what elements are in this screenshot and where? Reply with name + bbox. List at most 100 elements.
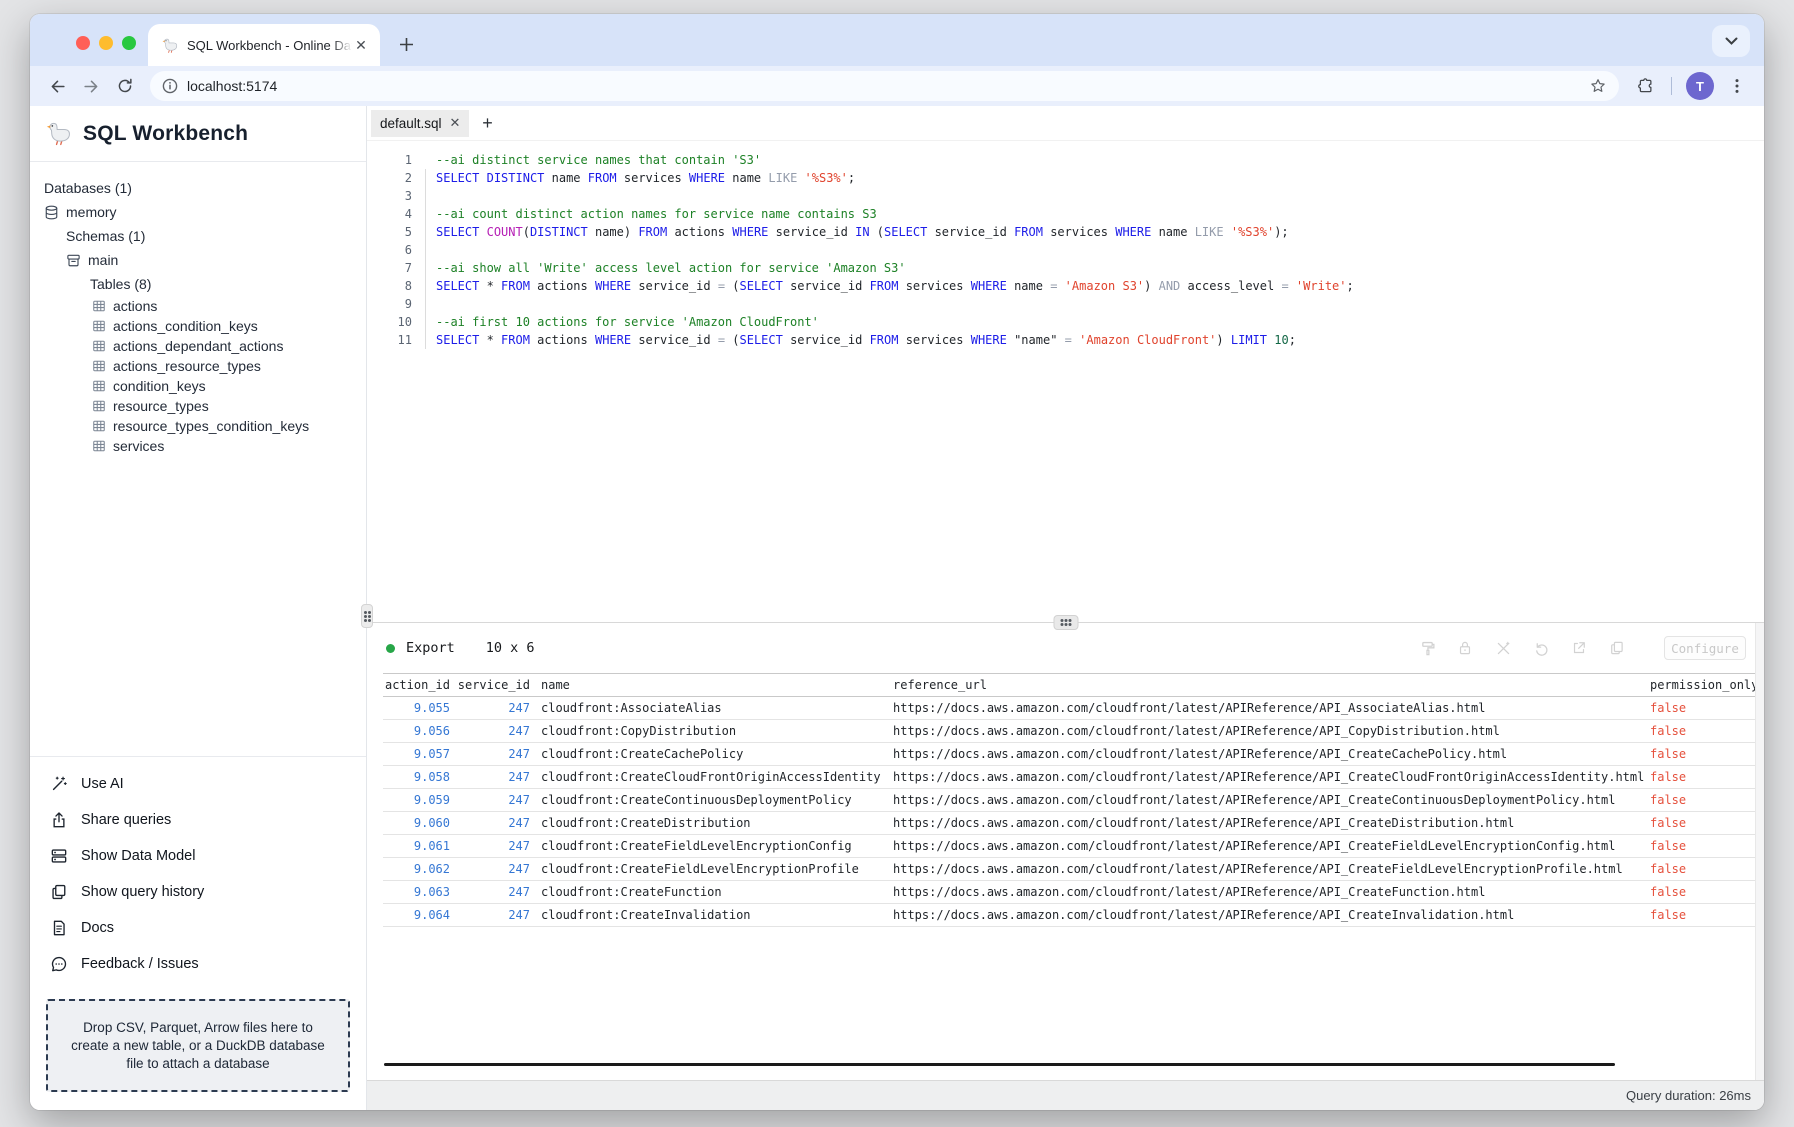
table-name: actions_resource_types [113,358,261,374]
configure-button[interactable]: Configure [1664,636,1746,660]
tree-item-table[interactable]: actions_condition_keys [44,316,366,336]
table-row[interactable]: 9.064247cloudfront:CreateInvalidationhtt… [383,904,1764,927]
line-number: 10 [367,313,425,331]
back-button[interactable] [42,71,72,101]
extensions-button[interactable] [1631,71,1661,101]
table-row[interactable]: 9.060247cloudfront:CreateDistributionhtt… [383,812,1764,835]
cell-reference-url: https://docs.aws.amazon.com/cloudfront/l… [893,839,1650,853]
table-row[interactable]: 9.058247cloudfront:CreateCloudFrontOrigi… [383,766,1764,789]
paint-roller-icon [1419,640,1436,657]
format-roller-button[interactable] [1418,639,1436,657]
tree-item-table[interactable]: actions [44,296,366,316]
table-row[interactable]: 9.061247cloudfront:CreateFieldLevelEncry… [383,835,1764,858]
vertical-scrollbar-track[interactable] [1755,623,1764,1080]
copy-results-button[interactable] [1608,639,1626,657]
cell-reference-url: https://docs.aws.amazon.com/cloudfront/l… [893,908,1650,922]
table-row[interactable]: 9.057247cloudfront:CreateCachePolicyhttp… [383,743,1764,766]
code-line[interactable]: 9 [367,295,1764,313]
site-info-icon[interactable] [162,78,178,94]
tree-item-table[interactable]: condition_keys [44,376,366,396]
tree-item-database-memory[interactable]: memory [44,200,366,224]
url-text[interactable]: localhost:5174 [187,78,1589,94]
reset-query-button[interactable] [1532,639,1550,657]
column-header-reference-url[interactable]: reference_url [893,678,1650,692]
cell-reference-url: https://docs.aws.amazon.com/cloudfront/l… [893,885,1650,899]
cell-action-id: 9.060 [383,816,450,830]
tab-close-icon[interactable]: ✕ [352,36,370,54]
code-line[interactable]: 11SELECT * FROM actions WHERE service_id… [367,331,1764,349]
cell-reference-url: https://docs.aws.amazon.com/cloudfront/l… [893,747,1650,761]
code-line[interactable]: 8SELECT * FROM actions WHERE service_id … [367,277,1764,295]
line-number: 6 [367,241,425,259]
kebab-menu-icon [1729,78,1745,94]
column-header-service-id[interactable]: service_id [450,678,530,692]
table-icon [92,379,106,393]
menu-item-show-query-history[interactable]: Show query history [30,874,366,910]
sql-editor[interactable]: 1--ai distinct service names that contai… [367,141,1764,622]
column-header-name[interactable]: name [530,678,893,692]
line-number: 8 [367,277,425,295]
undo-icon [1533,640,1550,657]
menu-item-use-ai[interactable]: Use AI [30,766,366,802]
code-line[interactable]: 5SELECT COUNT(DISTINCT name) FROM action… [367,223,1764,241]
table-row[interactable]: 9.055247cloudfront:AssociateAliashttps:/… [383,697,1764,720]
browser-menu-button[interactable] [1722,71,1752,101]
lock-results-button[interactable] [1456,639,1474,657]
browser-window: SQL Workbench - Online Dat ✕ localhost:5… [30,14,1764,1110]
status-bar: Query duration: 26ms [367,1080,1764,1110]
tree-item-table[interactable]: resource_types [44,396,366,416]
cell-permission-only: false [1650,862,1764,876]
forward-button[interactable] [76,71,106,101]
open-external-button[interactable] [1570,639,1588,657]
reload-button[interactable] [110,71,140,101]
tab-search-chevron-button[interactable] [1712,25,1750,57]
window-minimize-button[interactable] [99,36,113,50]
horizontal-scrollbar-thumb[interactable] [384,1063,1615,1066]
code-line[interactable]: 1--ai distinct service names that contai… [367,151,1764,169]
bookmark-star-icon[interactable] [1589,77,1607,95]
code-line[interactable]: 4--ai count distinct action names for se… [367,205,1764,223]
code-line[interactable]: 6 [367,241,1764,259]
tree-tables-label: Tables (8) [44,272,366,296]
url-bar[interactable]: localhost:5174 [150,71,1619,101]
feedback-bubble-icon [50,955,68,973]
main-panel: default.sql ✕ + 1--ai distinct service n… [367,106,1764,1110]
window-zoom-button[interactable] [122,36,136,50]
table-row[interactable]: 9.063247cloudfront:CreateFunctionhttps:/… [383,881,1764,904]
export-button[interactable]: Export [406,640,455,656]
plus-icon [399,37,414,52]
table-row[interactable]: 9.062247cloudfront:CreateFieldLevelEncry… [383,858,1764,881]
file-drop-zone[interactable]: Drop CSV, Parquet, Arrow files here to c… [46,999,350,1092]
table-row[interactable]: 9.056247cloudfront:CopyDistributionhttps… [383,720,1764,743]
menu-item-show-data-model[interactable]: Show Data Model [30,838,366,874]
menu-item-docs[interactable]: Docs [30,910,366,946]
query-history-icon [50,883,68,901]
copy-icon [1609,640,1625,656]
menu-item-share-queries[interactable]: Share queries [30,802,366,838]
code-line[interactable]: 2SELECT DISTINCT name FROM services WHER… [367,169,1764,187]
table-row[interactable]: 9.059247cloudfront:CreateContinuousDeplo… [383,789,1764,812]
editor-tabbar: default.sql ✕ + [367,106,1764,141]
tree-item-table[interactable]: actions_resource_types [44,356,366,376]
editor-tab-default-sql[interactable]: default.sql ✕ [371,110,469,137]
tree-item-schema-main[interactable]: main [44,248,366,272]
code-line[interactable]: 3 [367,187,1764,205]
cell-name: cloudfront:CreateCachePolicy [530,747,893,761]
tree-item-table[interactable]: resource_types_condition_keys [44,416,366,436]
new-tab-button[interactable] [392,30,420,58]
tree-item-table[interactable]: services [44,436,366,456]
cell-permission-only: false [1650,839,1764,853]
customize-wand-button[interactable] [1494,639,1512,657]
column-header-permission-only[interactable]: permission_only [1650,678,1764,692]
editor-tab-close-icon[interactable]: ✕ [450,115,461,131]
code-line[interactable]: 7--ai show all 'Write' access level acti… [367,259,1764,277]
cell-permission-only: false [1650,747,1764,761]
tree-item-table[interactable]: actions_dependant_actions [44,336,366,356]
column-header-action-id[interactable]: action_id [383,678,450,692]
browser-tab[interactable]: SQL Workbench - Online Dat ✕ [148,24,380,66]
menu-item-feedback-issues[interactable]: Feedback / Issues [30,946,366,982]
code-line[interactable]: 10--ai first 10 actions for service 'Ama… [367,313,1764,331]
profile-avatar[interactable]: T [1686,72,1714,100]
window-close-button[interactable] [76,36,90,50]
editor-new-tab-button[interactable]: + [475,111,499,135]
